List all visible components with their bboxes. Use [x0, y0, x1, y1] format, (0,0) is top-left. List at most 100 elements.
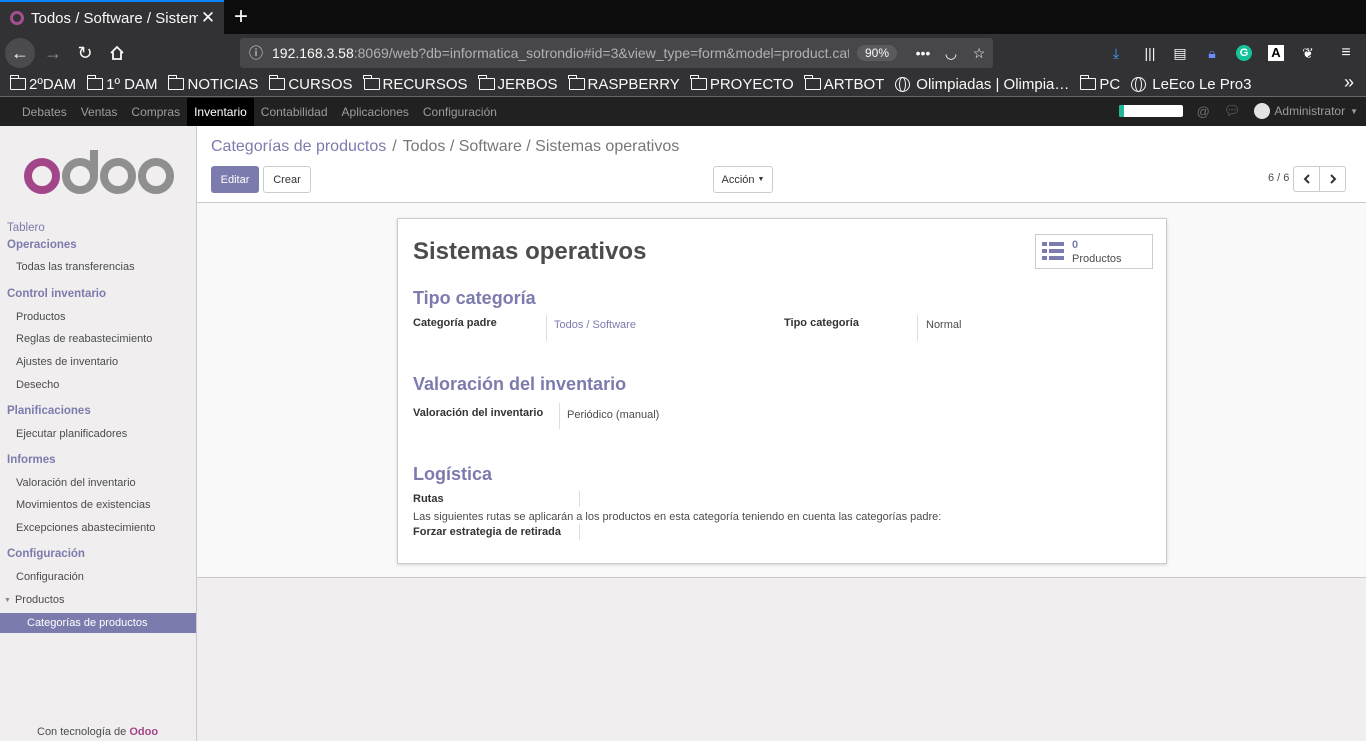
- routes-help-text: Las siguientes rutas se aplicarán a los …: [413, 511, 942, 523]
- sidebar-item-movimientos[interactable]: Movimientos de existencias: [16, 499, 151, 511]
- sidebar-item-productos[interactable]: Productos: [16, 311, 66, 323]
- at-icon[interactable]: @: [1197, 104, 1210, 119]
- user-menu[interactable]: Administrator ▼: [1254, 103, 1358, 119]
- breadcrumb-link[interactable]: Categorías de productos: [211, 138, 386, 155]
- progress-fill: [1118, 105, 1124, 117]
- caret-down-icon: ▼: [4, 596, 11, 604]
- forward-button[interactable]: →: [38, 38, 68, 68]
- font-extension-icon[interactable]: A: [1266, 43, 1286, 63]
- pager-value[interactable]: 6 / 6: [1268, 172, 1289, 184]
- create-button[interactable]: Crear: [263, 166, 311, 193]
- bookmarks-bar: 2ºDAM 1º DAM NOTICIAS CURSOS RECURSOS JE…: [0, 72, 1366, 96]
- sidebar-item-reglas[interactable]: Reglas de reabastecimiento: [16, 333, 152, 345]
- stat-count: 0: [1072, 239, 1079, 251]
- sidebar-item-valoracion[interactable]: Valoración del inventario: [16, 477, 136, 489]
- sidebar-item-excepciones[interactable]: Excepciones abastecimiento: [16, 522, 155, 534]
- odoo-logo[interactable]: [22, 150, 174, 198]
- list-icon: [1042, 242, 1064, 260]
- zoom-level[interactable]: 90%: [856, 45, 897, 61]
- menu-inventario[interactable]: Inventario: [187, 97, 254, 126]
- bookmark-star-icon[interactable]: ☆: [965, 45, 993, 62]
- reload-button[interactable]: ↻: [70, 38, 100, 68]
- odoo-link[interactable]: Odoo: [129, 726, 158, 738]
- pager-next-button[interactable]: [1319, 166, 1346, 192]
- sidebar-item-tablero[interactable]: Tablero: [7, 222, 45, 234]
- menu-icon[interactable]: ≡: [1336, 43, 1356, 63]
- menu-debates[interactable]: Debates: [15, 98, 74, 126]
- sidebar-section-configuracion: Configuración: [7, 548, 85, 560]
- section-valoracion: Valoración del inventario: [413, 374, 627, 394]
- chevron-down-icon: ▼: [1350, 106, 1358, 116]
- odoo-favicon-icon: [10, 11, 24, 25]
- action-dropdown[interactable]: Acción ▼: [713, 166, 773, 193]
- sidebar-item-categorias[interactable]: Categorías de productos: [0, 613, 196, 633]
- close-tab-icon[interactable]: ✕: [198, 8, 218, 28]
- bookmark-folder[interactable]: NOTICIAS: [167, 75, 258, 93]
- site-info-icon[interactable]: ⓘ: [240, 43, 272, 63]
- new-tab-button[interactable]: +: [230, 2, 252, 32]
- edit-button[interactable]: Editar: [211, 166, 259, 193]
- sidebar-section-operaciones: Operaciones: [7, 239, 77, 251]
- library-icon[interactable]: |||: [1140, 43, 1160, 63]
- sidebar-item-todas-transferencias[interactable]: Todas las transferencias: [16, 261, 135, 273]
- sidebar-item-ejecutar[interactable]: Ejecutar planificadores: [16, 428, 127, 440]
- url-text[interactable]: 192.168.3.58:8069/web?db=informatica_sot…: [272, 45, 849, 61]
- bookmark-folder[interactable]: 2ºDAM: [9, 75, 76, 93]
- lock-extension-icon[interactable]: 🔒︎: [1202, 43, 1222, 63]
- menu-contabilidad[interactable]: Contabilidad: [254, 98, 335, 126]
- page-actions-icon[interactable]: •••: [909, 45, 937, 61]
- sidebar-section-control: Control inventario: [7, 288, 107, 300]
- folder-icon: [478, 75, 495, 90]
- home-icon: [110, 45, 124, 60]
- loading-progress-bar: [1118, 105, 1183, 117]
- sidebar-item-productos-group[interactable]: ▼ Productos: [4, 594, 64, 606]
- control-panel: Categorías de productos / Todos / Software…: [197, 126, 1366, 203]
- parent-category-value[interactable]: Todos / Software: [554, 319, 636, 331]
- section-tipo-categoria: Tipo categoría: [413, 288, 536, 308]
- powered-by-footer: Con tecnología de Odoo: [37, 726, 159, 738]
- pager-previous-button[interactable]: [1293, 166, 1320, 192]
- url-bar[interactable]: ⓘ 192.168.3.58:8069/web?db=informatica_s…: [240, 38, 993, 68]
- browser-tab-active[interactable]: Todos / Software / Sistemas operativos ✕: [0, 0, 224, 34]
- downloads-icon[interactable]: ⤓: [1106, 43, 1126, 63]
- menu-compras[interactable]: Compras: [124, 98, 187, 126]
- bookmark-link[interactable]: Olimpiadas | Olimpia…: [895, 76, 1069, 93]
- sidebar-section-planificaciones: Planificaciones: [7, 405, 91, 417]
- more-bookmarks-icon[interactable]: »: [1344, 72, 1354, 93]
- folder-icon: [86, 75, 104, 90]
- sidebar-item-ajustes[interactable]: Ajustes de inventario: [16, 356, 118, 368]
- chevron-left-icon: [1303, 174, 1310, 184]
- bookmark-folder[interactable]: PC: [1079, 75, 1120, 93]
- valuation-value: Periódico (manual): [567, 409, 660, 421]
- bookmark-folder[interactable]: RASPBERRY: [568, 75, 680, 93]
- sidebar-icon[interactable]: ▤: [1170, 43, 1190, 63]
- sidebar-item-desecho[interactable]: Desecho: [16, 379, 59, 391]
- sidebar-item-configuracion[interactable]: Configuración: [16, 571, 84, 583]
- record-title: Sistemas operativos: [413, 238, 647, 265]
- field-divider: [559, 403, 560, 429]
- bookmark-folder[interactable]: 1º DAM: [86, 75, 157, 93]
- back-button[interactable]: ←: [5, 38, 35, 68]
- bookmark-folder[interactable]: JERBOS: [478, 75, 558, 93]
- bookmark-link[interactable]: LeEco Le Pro3: [1131, 76, 1252, 93]
- menu-ventas[interactable]: Ventas: [74, 98, 125, 126]
- browser-tab-bar: Todos / Software / Sistemas operativos ✕…: [0, 0, 1366, 34]
- bookmark-folder[interactable]: PROYECTO: [690, 75, 794, 93]
- bookmark-folder[interactable]: ARTBOT: [804, 75, 884, 93]
- chat-icon[interactable]: 💬︎: [1224, 103, 1241, 119]
- menu-configuracion[interactable]: Configuración: [416, 98, 504, 126]
- grammarly-icon[interactable]: G: [1234, 43, 1254, 63]
- products-stat-button[interactable]: 0 Productos: [1035, 234, 1153, 269]
- field-divider: [579, 524, 580, 540]
- odoo-main-menu: Debates Ventas Compras Inventario Contab…: [0, 96, 1366, 126]
- menu-aplicaciones[interactable]: Aplicaciones: [335, 98, 416, 126]
- extension-icon[interactable]: ❦: [1298, 43, 1318, 63]
- category-type-label: Tipo categoría: [784, 317, 859, 329]
- home-button[interactable]: [102, 38, 132, 68]
- bookmark-folder[interactable]: RECURSOS: [363, 75, 468, 93]
- pocket-icon[interactable]: ◡: [937, 45, 965, 62]
- routes-label: Rutas: [413, 493, 444, 505]
- bookmark-folder[interactable]: CURSOS: [268, 75, 353, 93]
- stat-label: Productos: [1072, 253, 1122, 265]
- form-view: Sistemas operativos 0 Productos Tipo cat…: [197, 203, 1366, 578]
